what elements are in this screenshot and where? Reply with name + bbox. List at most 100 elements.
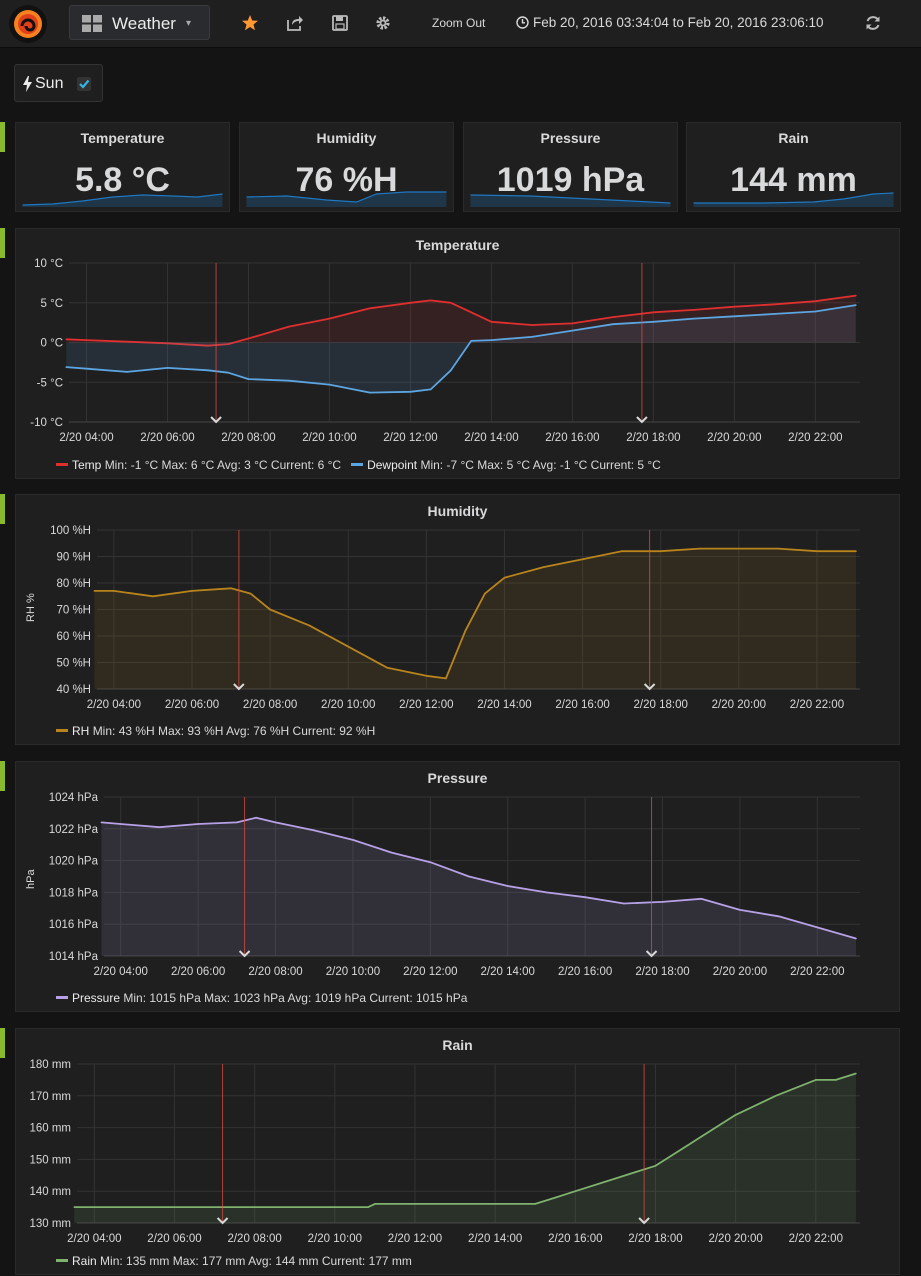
graph-panel-pressure[interactable]: Pressure 1024 hPa 1022 hPa 1020 hPa 1018 hPa…: [15, 761, 900, 1012]
data-point: [634, 1171, 637, 1173]
legend-item[interactable]: RH Min: 43 %H Max: 93 %H Avg: 76 %H Curr…: [56, 724, 375, 738]
y-tick-label: 40 %H: [56, 684, 91, 696]
data-point: [774, 1095, 777, 1097]
graph-panel-rain[interactable]: Rain 180 mm 170 mm 160 mm 150 mm 140 mm 130 mm…: [15, 1028, 900, 1275]
x-tick-label: 2/20 08:00: [248, 966, 302, 978]
x-tick-label: 2/20 10:00: [308, 1233, 362, 1245]
x-tick-label: 2/20 18:00: [635, 966, 689, 978]
x-tick-label: 2/20 06:00: [140, 432, 194, 444]
y-tick-label: 70 %H: [56, 605, 91, 617]
data-point: [247, 378, 250, 380]
data-point: [429, 388, 432, 391]
x-tick-label: 2/20 04:00: [94, 966, 148, 978]
legend-series-name: Rain: [72, 1254, 97, 1268]
legend-series-name: Dewpoint: [367, 458, 418, 472]
legend-swatch: [56, 729, 68, 732]
data-point: [73, 1206, 76, 1208]
x-tick-label: 2/20 20:00: [713, 966, 767, 978]
data-point: [534, 1203, 536, 1205]
series-area-rh: [94, 548, 856, 689]
y-tick-label: 140 mm: [29, 1186, 71, 1198]
data-point: [470, 340, 473, 342]
stat-panel-title: Humidity: [316, 130, 377, 146]
graph-plot[interactable]: 10 °C 5 °C 0 °C -5 °C -10 °C 2/20 04:00 2/20 0…: [16, 229, 901, 480]
data-point: [815, 1079, 817, 1081]
legend-item[interactable]: Rain Min: 135 mm Max: 177 mm Avg: 144 mm…: [56, 1254, 412, 1268]
y-tick-label: 180 mm: [29, 1059, 71, 1071]
data-point: [166, 367, 169, 369]
time-range-picker[interactable]: Feb 20, 2016 03:34:04 to Feb 20, 2016 23…: [516, 15, 824, 30]
stat-panel-rain[interactable]: Rain 144 mm: [686, 122, 901, 212]
data-point: [450, 369, 452, 372]
data-point: [429, 299, 432, 302]
data-point: [855, 304, 857, 306]
legend-item[interactable]: Dewpoint Min: -7 °C Max: 5 °C Avg: -1 °C…: [351, 458, 661, 472]
data-point: [409, 302, 412, 304]
dashboard-picker-button[interactable]: Weather ▾: [69, 5, 210, 40]
data-point: [126, 340, 128, 343]
y-tick-label: -5 °C: [37, 377, 63, 389]
data-point: [429, 861, 432, 863]
stat-panel-temperature[interactable]: Temperature 5.8 °C: [15, 122, 230, 212]
legend-item[interactable]: Pressure Min: 1015 hPa Max: 1023 hPa Avg…: [56, 991, 467, 1005]
data-point: [612, 316, 614, 318]
legend-series-name: Pressure: [72, 991, 121, 1005]
x-tick-label: 2/20 16:00: [548, 1233, 602, 1245]
x-tick-label: 2/20 14:00: [477, 699, 531, 711]
grafana-logo-icon[interactable]: [8, 4, 48, 44]
stat-panel-humidity[interactable]: Humidity 76 %H: [239, 122, 454, 212]
data-point: [152, 595, 154, 598]
legend-item[interactable]: Temp Min: -1 °C Max: 6 °C Avg: 3 °C Curr…: [56, 458, 341, 472]
data-point: [328, 383, 331, 386]
sun-annotation-toggle[interactable]: Sun: [14, 64, 103, 102]
y-tick-label: 170 mm: [29, 1091, 71, 1103]
sun-checkbox[interactable]: [77, 77, 91, 91]
x-tick-label: 2/20 12:00: [403, 966, 457, 978]
stat-panel-pressure[interactable]: Pressure 1019 hPa: [463, 122, 678, 212]
data-point: [542, 566, 545, 568]
row-marker[interactable]: [0, 761, 5, 791]
x-tick-label: 2/20 16:00: [555, 699, 609, 711]
refresh-icon[interactable]: [864, 14, 882, 32]
star-icon[interactable]: [241, 14, 259, 32]
sun-toggle-label: Sun: [35, 75, 64, 92]
share-icon[interactable]: [286, 14, 304, 32]
row-marker[interactable]: [0, 228, 5, 258]
row-marker[interactable]: [0, 494, 5, 524]
data-point: [367, 1206, 370, 1208]
graph-plot[interactable]: 1024 hPa 1022 hPa 1020 hPa 1018 hPa 1016 hPa…: [16, 762, 901, 1013]
data-point: [197, 823, 199, 825]
data-point: [531, 336, 533, 338]
y-tick-label: 1018 hPa: [49, 887, 99, 899]
x-tick-label: 2/20 12:00: [383, 432, 437, 444]
data-point: [313, 829, 316, 832]
bolt-icon: [23, 76, 32, 92]
data-point: [253, 1206, 256, 1208]
row-marker[interactable]: [0, 1028, 5, 1058]
legend-swatch: [351, 463, 364, 466]
graph-plot[interactable]: 100 %H 90 %H 80 %H 70 %H 60 %H 50 %H 40 %H 2/20…: [16, 495, 901, 746]
row-marker[interactable]: [0, 122, 5, 152]
data-point: [654, 1165, 657, 1167]
x-tick-label: 2/20 06:00: [171, 966, 225, 978]
x-tick-label: 2/20 14:00: [468, 1233, 522, 1245]
graph-panel-humidity[interactable]: Humidity 100 %H 90 %H 80 %H 70 %H 60 %H 50 %H 4…: [15, 494, 900, 745]
data-point: [328, 317, 331, 320]
gear-icon[interactable]: [374, 14, 392, 32]
data-point: [173, 1206, 176, 1208]
save-icon[interactable]: [331, 14, 349, 32]
dashboard-grid-icon: [82, 15, 102, 32]
sparkline: [22, 193, 223, 207]
data-point: [855, 550, 857, 552]
zoom-out-button[interactable]: Zoom Out: [432, 16, 485, 30]
x-tick-label: 2/20 16:00: [545, 432, 599, 444]
data-point: [531, 324, 533, 326]
data-point: [227, 371, 229, 374]
data-point: [659, 550, 662, 552]
data-point: [445, 677, 447, 680]
graph-panel-temperature[interactable]: Temperature 10 °C 5 °C 0 °C -5 °C -10 °C 2/20 …: [15, 228, 900, 479]
data-point: [414, 1203, 416, 1205]
graph-plot[interactable]: 180 mm 170 mm 160 mm 150 mm 140 mm 130 mm 2/20…: [16, 1029, 901, 1276]
data-point: [506, 885, 509, 887]
data-point: [352, 839, 354, 841]
